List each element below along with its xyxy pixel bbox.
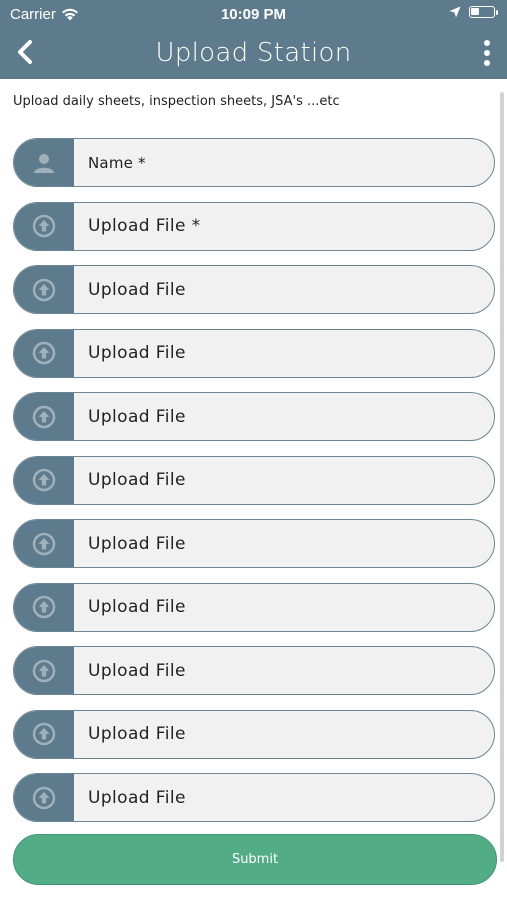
field-label: Upload File — [88, 406, 186, 427]
field-label: Upload File — [88, 470, 186, 490]
upload-icon — [14, 583, 74, 631]
person-icon — [14, 139, 74, 186]
upload-icon — [14, 393, 74, 440]
upload-file-field[interactable]: Upload File — [13, 582, 495, 632]
status-bar: Carrier 10:09 PM — [0, 0, 507, 28]
upload-icon — [14, 329, 74, 377]
upload-icon — [14, 520, 74, 567]
upload-file-field[interactable]: Upload File — [13, 773, 495, 822]
top-bar: Carrier 10:09 PM Upload Station — [0, 0, 507, 79]
nav-bar: Upload Station — [0, 28, 507, 78]
field-label: Upload File * — [88, 216, 201, 236]
field-label: Upload File — [88, 787, 186, 808]
upload-file-field[interactable]: Upload File — [13, 646, 495, 695]
field-label: Name * — [88, 153, 146, 172]
upload-file-field[interactable]: Upload File * — [13, 201, 495, 251]
scrollbar[interactable] — [500, 92, 504, 862]
battery-icon — [469, 6, 498, 18]
field-label: Upload File — [88, 343, 186, 363]
upload-icon — [14, 774, 74, 821]
upload-file-field[interactable]: Upload File — [13, 265, 495, 314]
field-label: Upload File — [88, 597, 186, 617]
page-title: Upload Station — [155, 38, 352, 68]
upload-icon — [14, 202, 74, 250]
status-right — [449, 6, 498, 18]
upload-file-field[interactable]: Upload File — [13, 709, 495, 759]
field-label: Upload File — [88, 279, 186, 300]
upload-form: Name * Upload File * Upload File Upload Fil… — [13, 138, 495, 837]
upload-icon — [14, 647, 74, 694]
upload-file-field[interactable]: Upload File — [13, 455, 495, 505]
upload-icon — [14, 266, 74, 313]
upload-file-field[interactable]: Upload File — [13, 328, 495, 378]
submit-button[interactable]: Submit — [13, 834, 497, 885]
field-label: Upload File — [88, 533, 186, 554]
upload-icon — [14, 456, 74, 504]
upload-file-field[interactable]: Upload File — [13, 519, 495, 568]
status-time: 10:09 PM — [220, 6, 287, 23]
battery-fill — [471, 8, 480, 15]
name-field[interactable]: Name * — [13, 138, 495, 187]
location-arrow-icon — [449, 6, 461, 18]
field-label: Upload File — [88, 724, 186, 744]
upload-file-field[interactable]: Upload File — [13, 392, 495, 441]
more-options-icon[interactable] — [483, 40, 491, 66]
field-label: Upload File — [88, 660, 186, 681]
page-subtitle: Upload daily sheets, inspection sheets, … — [13, 94, 340, 109]
upload-icon — [14, 710, 74, 758]
